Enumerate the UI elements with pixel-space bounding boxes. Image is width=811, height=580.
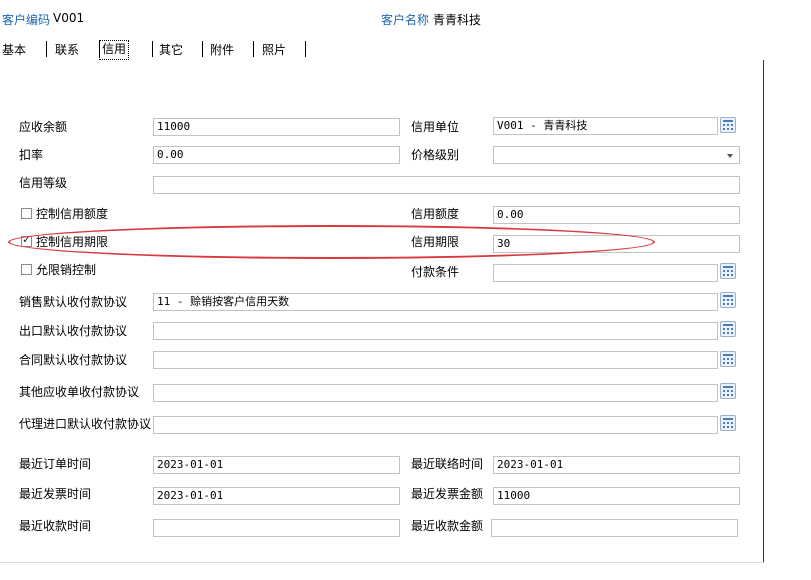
last-invoice-amount-field[interactable]: 11000 [493,487,740,505]
credit-amount-field[interactable]: 0.00 [493,206,740,224]
payment-terms-label: 付款条件 [411,265,460,279]
chevron-down-icon[interactable] [727,154,733,158]
contract-default-payment-label: 合同默认收付款协议 [19,353,128,367]
credit-period-field[interactable]: 30 [493,235,740,253]
tab-basic[interactable]: 基本 [2,41,26,59]
checkmark-icon: ✓ [22,233,32,246]
panel-border-right [763,60,764,562]
last-receipt-amount-label: 最近收款金额 [411,519,484,533]
last-receipt-amount-field[interactable] [491,519,738,537]
last-order-time-label: 最近订单时间 [19,457,92,471]
sales-default-payment-field[interactable]: 11 - 赊销按客户信用天数 [153,293,718,311]
receivable-balance-field[interactable]: 11000 [153,118,400,136]
tab-separator [152,41,153,57]
discount-rate-label: 扣率 [19,148,44,162]
control-credit-amount-label: 控制信用额度 [36,207,109,221]
last-order-time-field[interactable]: 2023-01-01 [153,456,400,474]
last-invoice-amount-label: 最近发票金额 [411,487,484,501]
calendar-lookup-icon[interactable] [720,292,736,308]
tab-credit[interactable]: 信用 [99,40,130,60]
agency-import-payment-field[interactable] [153,416,718,434]
tab-photos[interactable]: 照片 [262,41,286,59]
customer-code-value: V001 [53,11,85,25]
tab-contact[interactable]: 联系 [55,41,79,59]
price-level-select[interactable] [493,146,740,164]
last-receipt-time-field[interactable] [153,519,400,537]
credit-amount-label: 信用额度 [411,207,460,221]
customer-name-label: 客户名称 [381,13,430,27]
calendar-lookup-icon[interactable] [720,383,736,399]
calendar-lookup-icon[interactable] [720,351,736,367]
other-receivable-payment-label: 其他应收单收付款协议 [19,385,140,399]
last-contact-time-field[interactable]: 2023-01-01 [493,456,740,474]
panel-border-bottom [0,562,764,563]
customer-name-value: 青青科技 [433,13,482,27]
tab-separator [46,41,47,57]
credit-grade-label: 信用等级 [19,176,68,190]
tab-separator [202,41,203,57]
receivable-balance-label: 应收余额 [19,120,68,134]
credit-unit-field[interactable]: V001 - 青青科技 [493,117,718,135]
calendar-lookup-icon[interactable] [720,117,736,133]
consignment-control-label: 允限销控制 [36,263,97,277]
tab-attachments[interactable]: 附件 [210,41,234,59]
tab-separator [305,41,306,57]
other-receivable-payment-field[interactable] [153,384,718,402]
control-credit-period-label: 控制信用期限 [36,235,109,249]
sales-default-payment-label: 销售默认收付款协议 [19,295,128,309]
last-invoice-time-label: 最近发票时间 [19,487,92,501]
credit-grade-field[interactable] [153,176,740,194]
discount-rate-field[interactable]: 0.00 [153,146,400,164]
credit-period-label: 信用期限 [411,235,460,249]
agency-import-payment-label: 代理进口默认收付款协议 [19,417,152,431]
tab-other[interactable]: 其它 [159,41,183,59]
last-invoice-time-field[interactable]: 2023-01-01 [153,487,400,505]
last-contact-time-label: 最近联络时间 [411,457,484,471]
export-default-payment-field[interactable] [153,322,718,340]
calendar-lookup-icon[interactable] [720,415,736,431]
payment-terms-field[interactable] [493,264,718,282]
control-credit-amount-checkbox[interactable] [21,208,32,219]
customer-code-label: 客户编码 [2,13,51,27]
export-default-payment-label: 出口默认收付款协议 [19,324,128,338]
credit-unit-label: 信用单位 [411,120,460,134]
calendar-lookup-icon[interactable] [720,263,736,279]
tab-separator [253,41,254,57]
contract-default-payment-field[interactable] [153,351,718,369]
control-credit-period-checkbox[interactable]: ✓ [21,233,32,247]
last-receipt-time-label: 最近收款时间 [19,519,92,533]
price-level-label: 价格级别 [411,148,460,162]
consignment-control-checkbox[interactable] [21,264,32,275]
calendar-lookup-icon[interactable] [720,321,736,337]
